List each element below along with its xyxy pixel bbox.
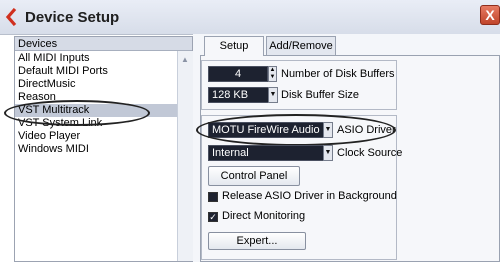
scroll-up-icon[interactable]: ▲ [181,55,189,64]
list-item[interactable]: Default MIDI Ports [15,65,177,78]
close-button[interactable]: X [480,5,500,25]
tab-setup[interactable]: Setup [204,36,264,56]
list-item[interactable]: Video Player [15,130,177,143]
direct-monitoring-checkbox[interactable]: ✓ [208,212,218,222]
chevron-down-icon[interactable]: ▼ [268,87,278,103]
direct-monitoring-label: Direct Monitoring [222,210,306,222]
expert-button[interactable]: Expert... [208,232,306,250]
list-item[interactable]: Windows MIDI [15,143,177,156]
disk-buffers-label: Number of Disk Buffers [281,68,395,80]
window-title: Device Setup [25,9,120,26]
devices-list: Devices ▲ All MIDI Inputs Default MIDI P… [14,36,193,262]
disk-buffer-size-select[interactable]: 128 KB [208,87,271,103]
disk-buffers-field[interactable]: 4 [208,66,268,82]
release-asio-checkbox[interactable] [208,192,218,202]
devices-scrollbar[interactable] [177,51,193,261]
disk-buffers-stepper[interactable]: ▲ ▼ [268,66,277,82]
cubase-logo-icon [5,8,17,26]
highlight-oval-asio [196,114,396,146]
list-item[interactable]: All MIDI Inputs [15,52,177,65]
highlight-oval-device [4,100,150,126]
clock-source-label: Clock Source [337,147,403,159]
chevron-down-icon[interactable]: ▼ [323,145,333,161]
list-item[interactable]: DirectMusic [15,78,177,91]
disk-buffer-size-label: Disk Buffer Size [281,89,360,101]
devices-header: Devices [15,37,192,51]
tab-add-remove[interactable]: Add/Remove [266,36,336,56]
release-asio-label: Release ASIO Driver in Background [222,190,397,202]
clock-source-select[interactable]: Internal [208,145,332,161]
control-panel-button[interactable]: Control Panel [208,166,300,186]
